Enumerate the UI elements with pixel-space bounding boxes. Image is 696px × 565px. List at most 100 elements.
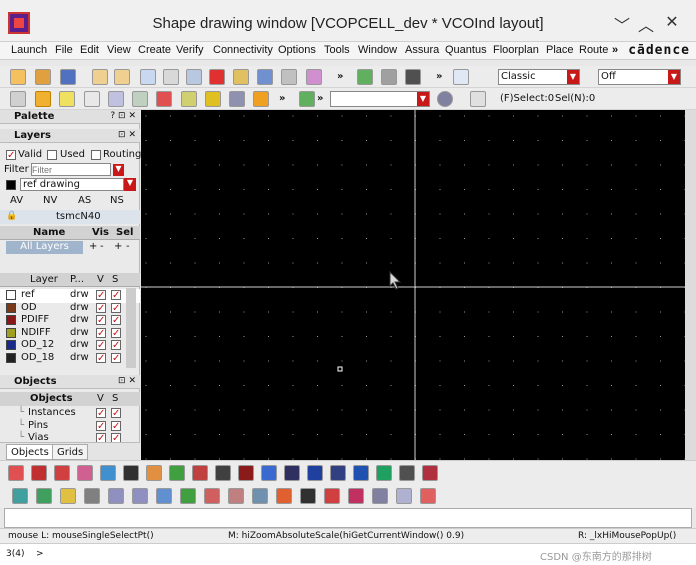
stretch-icon[interactable] <box>324 488 340 504</box>
layer-row[interactable]: OD_18 drw ✓ ✓ <box>0 352 140 366</box>
ruler-icon[interactable] <box>192 465 208 481</box>
menu-more[interactable]: » <box>612 44 618 56</box>
crosshair-icon[interactable] <box>84 91 100 107</box>
place-pin-icon[interactable] <box>357 69 373 85</box>
waveform-icon[interactable] <box>420 488 436 504</box>
save-icon[interactable] <box>60 69 76 85</box>
toolbar2-more-icon-2[interactable]: » <box>317 93 323 104</box>
merge-icon[interactable] <box>60 488 76 504</box>
layer-selectable-checkbox[interactable]: ✓ <box>111 290 121 301</box>
cursor-icon[interactable] <box>35 91 51 107</box>
layer-visible-checkbox[interactable]: ✓ <box>96 302 106 313</box>
menu-floorplan[interactable]: Floorplan <box>493 44 539 56</box>
layer-selectable-checkbox[interactable]: ✓ <box>111 340 121 351</box>
layer-visible-checkbox[interactable]: ✓ <box>96 315 106 326</box>
move-icon[interactable] <box>140 69 156 85</box>
pin-icon[interactable] <box>169 465 185 481</box>
menu-create[interactable]: Create <box>138 44 171 56</box>
layer-icon[interactable] <box>181 91 197 107</box>
ciw-prompt[interactable]: 3(4) > CSDN @东南方的那排树 <box>0 543 696 565</box>
chip-icon[interactable] <box>299 91 315 107</box>
nv-button[interactable]: NV <box>43 195 57 206</box>
menu-options[interactable]: Options <box>278 44 316 56</box>
properties-icon[interactable] <box>233 69 249 85</box>
toolbar2-more-icon[interactable]: » <box>279 93 285 104</box>
close-button[interactable]: ✕ <box>662 12 682 31</box>
polygon-icon[interactable] <box>31 465 47 481</box>
menu-place[interactable]: Place <box>546 44 574 56</box>
mark-icon[interactable] <box>422 465 438 481</box>
via-icon[interactable] <box>146 465 162 481</box>
redo-icon[interactable] <box>114 69 130 85</box>
convert-icon[interactable] <box>276 488 292 504</box>
gear-icon[interactable] <box>437 91 453 107</box>
toolbar-more-icon-2[interactable]: » <box>436 71 442 82</box>
fluid-icon[interactable] <box>396 488 412 504</box>
select-icon[interactable] <box>10 91 26 107</box>
vis-minus-button[interactable]: - <box>100 241 104 252</box>
ns-button[interactable]: NS <box>110 195 124 206</box>
toolbar-more-icon[interactable]: » <box>337 71 343 82</box>
instance-icon[interactable] <box>123 465 139 481</box>
av-button[interactable]: AV <box>10 195 23 206</box>
rotate-icon[interactable] <box>108 488 124 504</box>
yank-icon[interactable] <box>132 488 148 504</box>
info-icon[interactable] <box>257 69 273 85</box>
bus-icon[interactable] <box>307 465 323 481</box>
split-icon[interactable] <box>12 488 28 504</box>
layer-selectable-checkbox[interactable]: ✓ <box>111 315 121 326</box>
cell-icon[interactable] <box>238 465 254 481</box>
rectangle-icon[interactable] <box>8 465 24 481</box>
menu-file[interactable]: File <box>55 44 73 56</box>
tab-objects[interactable]: Objects <box>6 444 54 460</box>
menu-assura[interactable]: Assura <box>405 44 439 56</box>
probe-icon[interactable] <box>399 465 415 481</box>
copy-icon[interactable] <box>163 69 179 85</box>
object-selectable-checkbox[interactable]: ✓ <box>111 408 121 419</box>
menu-verify[interactable]: Verify <box>176 44 204 56</box>
menu-view[interactable]: View <box>107 44 131 56</box>
spacing-icon[interactable] <box>372 488 388 504</box>
bulb-icon[interactable] <box>205 91 221 107</box>
palette-controls[interactable]: ? ⊡ ✕ <box>110 110 136 123</box>
guard-ring-icon[interactable] <box>330 465 346 481</box>
sel-minus-button[interactable]: - <box>126 241 130 252</box>
menu-route[interactable]: Route <box>579 44 608 56</box>
layout-canvas[interactable] <box>141 110 685 460</box>
reshape-icon[interactable] <box>204 488 220 504</box>
layer-selectable-checkbox[interactable]: ✓ <box>111 353 121 364</box>
star-icon[interactable] <box>253 91 269 107</box>
stretch-icon[interactable] <box>186 69 202 85</box>
valid-checkbox[interactable]: ✓ <box>6 150 16 161</box>
layer-icon[interactable] <box>215 465 231 481</box>
undo-icon[interactable] <box>92 69 108 85</box>
current-layer-select[interactable]: ref drawing <box>20 178 124 191</box>
maximize-button[interactable]: ︿ <box>636 12 656 36</box>
objects-controls[interactable]: ⊡ ✕ <box>118 375 136 388</box>
layer-visible-checkbox[interactable]: ✓ <box>96 353 106 364</box>
paste-icon[interactable] <box>156 488 172 504</box>
menu-window[interactable]: Window <box>358 44 397 56</box>
chop-icon[interactable] <box>36 488 52 504</box>
offset-icon[interactable] <box>228 488 244 504</box>
menu-connectivity[interactable]: Connectivity <box>213 44 273 56</box>
density-icon[interactable] <box>348 488 364 504</box>
mode-combo[interactable]: Classic ▼ <box>498 69 580 85</box>
refresh-icon[interactable] <box>306 69 322 85</box>
delete-icon[interactable] <box>209 69 225 85</box>
routing-checkbox[interactable] <box>91 150 101 160</box>
current-layer-row[interactable]: ref drawing ▼ <box>0 178 140 192</box>
chip-icon[interactable] <box>376 465 392 481</box>
route-icon[interactable] <box>405 69 421 85</box>
all-layers-button[interactable]: All Layers <box>6 241 83 254</box>
layer-visible-checkbox[interactable]: ✓ <box>96 327 106 338</box>
layers-controls[interactable]: ⊡ ✕ <box>118 129 136 142</box>
zoom-in-icon[interactable] <box>132 91 148 107</box>
object-visible-checkbox[interactable]: ✓ <box>96 420 106 431</box>
open-icon[interactable] <box>35 69 51 85</box>
vis-plus-button[interactable]: + <box>89 241 97 252</box>
search-icon[interactable] <box>453 69 469 85</box>
ruler-icon[interactable] <box>156 91 172 107</box>
layer-selectable-checkbox[interactable]: ✓ <box>111 302 121 313</box>
layer-visible-checkbox[interactable]: ✓ <box>96 340 106 351</box>
